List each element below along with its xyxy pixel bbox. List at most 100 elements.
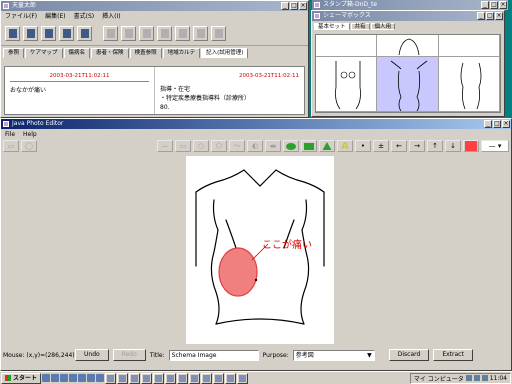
save-icon[interactable]: [59, 26, 74, 41]
menu-file[interactable]: File: [5, 131, 15, 138]
tab-lab-reference[interactable]: 検査参照: [129, 48, 162, 58]
color-picker[interactable]: [463, 140, 479, 152]
quicklaunch-icon[interactable]: [69, 374, 78, 382]
maximize-button[interactable]: □: [290, 2, 298, 10]
maximize-button[interactable]: □: [490, 1, 498, 9]
my-computer-label[interactable]: マイ コンピュータ: [414, 374, 464, 383]
open-folder-icon[interactable]: [41, 26, 56, 41]
menu-insert[interactable]: 挿入(I): [102, 13, 120, 20]
arrow-right-icon[interactable]: →: [409, 140, 425, 152]
arrow-down-icon[interactable]: ↓: [445, 140, 461, 152]
tab-patient-insurance[interactable]: 患者・保険: [91, 48, 129, 58]
new-document-icon[interactable]: [5, 26, 20, 41]
quicklaunch-icon[interactable]: [96, 374, 105, 382]
menu-edit[interactable]: 編集(E): [45, 13, 65, 20]
minimize-button[interactable]: _: [484, 120, 492, 128]
close-button[interactable]: ×: [502, 120, 510, 128]
taskbar-app[interactable]: [153, 372, 165, 384]
drawing-canvas[interactable]: ここが痛い: [186, 156, 334, 344]
fill-polygon-icon[interactable]: [319, 140, 335, 152]
quicklaunch-icon[interactable]: [78, 374, 87, 382]
taskbar-app[interactable]: [177, 372, 189, 384]
freehand-tool-icon[interactable]: 〜: [229, 140, 245, 152]
discard-button[interactable]: Discard: [388, 349, 430, 361]
redo-button[interactable]: Redo: [112, 349, 146, 361]
annotation-text[interactable]: ここが痛い: [262, 236, 312, 251]
soap-pane[interactable]: 2003-03-21T11:02:11 おなかが痛い: [5, 67, 154, 114]
schema-thumbnail[interactable]: [377, 35, 439, 57]
copy-icon[interactable]: [175, 26, 190, 41]
schema-thumbnail[interactable]: [438, 35, 500, 57]
minimize-button[interactable]: _: [481, 1, 489, 9]
redo-icon[interactable]: [139, 26, 154, 41]
start-button[interactable]: スタート: [1, 372, 42, 384]
taskbar-app[interactable]: [141, 372, 153, 384]
cut-icon[interactable]: [157, 26, 172, 41]
tab-basic-set[interactable]: 基本セット: [314, 23, 350, 30]
free-fill-tool-icon[interactable]: ◐: [247, 140, 263, 152]
ellipse-tool-icon[interactable]: ○: [193, 140, 209, 152]
schema-thumbnail-selected[interactable]: [377, 57, 439, 112]
taskbar-app[interactable]: [189, 372, 201, 384]
maximize-button[interactable]: □: [493, 120, 501, 128]
menu-help[interactable]: Help: [23, 131, 37, 138]
line-width-selector[interactable]: — ▾: [481, 140, 509, 152]
schema-thumbnail[interactable]: [316, 57, 378, 112]
rectangle-tool-icon[interactable]: ▭: [175, 140, 191, 152]
stamp-box-titlebar[interactable]: スタンプ箱-DnD_te _ □ ×: [312, 0, 508, 10]
tab-entry[interactable]: 記入(試用管理): [201, 48, 249, 58]
purpose-select[interactable]: 参考図 ▼: [292, 349, 375, 361]
tab-regional-karte[interactable]: 地域カルテ: [162, 48, 201, 58]
quicklaunch-icon[interactable]: [51, 374, 60, 382]
taskbar-app[interactable]: [201, 372, 213, 384]
print-icon[interactable]: [77, 26, 92, 41]
quicklaunch-icon[interactable]: [60, 374, 69, 382]
taskbar-app[interactable]: [225, 372, 237, 384]
plan-pane[interactable]: 2003-03-21T11:02:11 指導・在宅 ・特定疾患療養指導料（診療所…: [154, 67, 304, 114]
taskbar-app[interactable]: [105, 372, 117, 384]
editor-titlebar[interactable]: Java Photo Editor _ □ ×: [1, 119, 511, 129]
taskbar-app[interactable]: [129, 372, 141, 384]
tab-diagnosis[interactable]: 傷病名: [63, 48, 91, 58]
taskbar-app[interactable]: [213, 372, 225, 384]
edit-icon[interactable]: [103, 26, 118, 41]
paste-icon[interactable]: [193, 26, 208, 41]
tab-shared[interactable]: 共有: [350, 23, 370, 30]
tab-personal[interactable]: 個人用: [370, 23, 396, 30]
schema-thumbnail[interactable]: [316, 35, 378, 57]
menu-file[interactable]: ファイル(F): [5, 13, 37, 20]
select-tool-icon[interactable]: ▭: [3, 140, 19, 152]
tab-caremap[interactable]: ケアマップ: [25, 48, 63, 58]
delete-icon[interactable]: [211, 26, 226, 41]
arrow-up-icon[interactable]: ↑: [427, 140, 443, 152]
fill-rect-icon[interactable]: [301, 140, 317, 152]
tray-icon[interactable]: [473, 375, 480, 381]
fill-ellipse-icon[interactable]: [283, 140, 299, 152]
schema-titlebar[interactable]: シェーマボックス _ □ ×: [312, 11, 504, 21]
minimize-button[interactable]: _: [281, 2, 289, 10]
karte-body[interactable]: 2003-03-21T11:02:11 おなかが痛い 2003-03-21T11…: [4, 66, 305, 115]
extract-button[interactable]: Extract: [433, 349, 473, 361]
medium-dot-icon[interactable]: ±: [373, 140, 389, 152]
undo-button[interactable]: Undo: [75, 349, 109, 361]
karte-titlebar[interactable]: 天童太郎 _ □ ×: [1, 1, 308, 11]
taskbar-app[interactable]: [165, 372, 177, 384]
lasso-tool-icon[interactable]: ◯: [21, 140, 37, 152]
close-button[interactable]: ×: [299, 2, 307, 10]
tab-reference[interactable]: 参照: [3, 48, 25, 58]
small-dot-icon[interactable]: •: [355, 140, 371, 152]
clock[interactable]: 11:04: [490, 375, 507, 382]
taskbar-app[interactable]: [117, 372, 129, 384]
title-input[interactable]: Schema Image: [168, 349, 259, 361]
line-tool-icon[interactable]: —: [157, 140, 173, 152]
polygon-tool-icon[interactable]: ⬠: [211, 140, 227, 152]
minimize-button[interactable]: _: [477, 12, 485, 20]
quicklaunch-icon[interactable]: [87, 374, 96, 382]
close-button[interactable]: ×: [495, 12, 503, 20]
maximize-button[interactable]: □: [486, 12, 494, 20]
undo-icon[interactable]: [121, 26, 136, 41]
schema-thumbnail[interactable]: [438, 57, 500, 112]
text-tool-icon[interactable]: A: [337, 140, 353, 152]
menu-format[interactable]: 書式(S): [74, 13, 95, 20]
taskbar-app[interactable]: [237, 372, 249, 384]
